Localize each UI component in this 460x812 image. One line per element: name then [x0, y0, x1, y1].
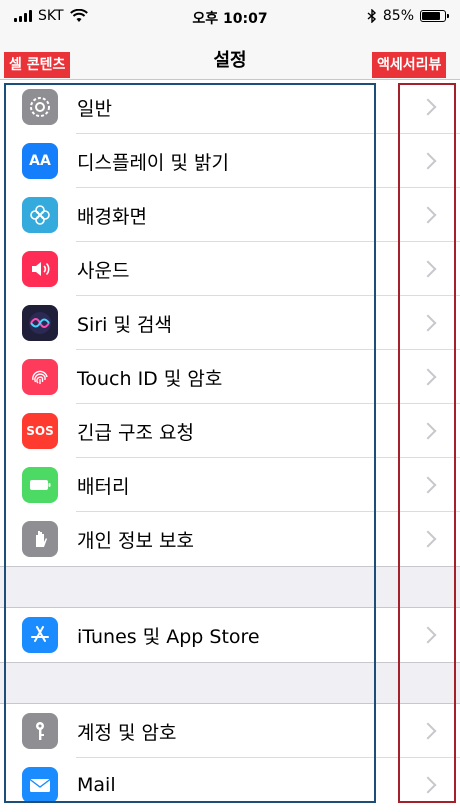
hand-icon [22, 521, 58, 557]
icon-text: SOS [26, 424, 54, 438]
battery-percent: 85% [382, 8, 414, 24]
row-label: 일반 [77, 97, 112, 120]
settings-row-display[interactable]: AA 디스플레이 및 밝기 [0, 134, 460, 188]
icon-text: AA [29, 153, 51, 169]
siri-icon [22, 305, 58, 341]
gear-icon [22, 89, 58, 125]
row-label: 배터리 [77, 475, 130, 498]
chevron-right-icon [419, 206, 437, 224]
row-label: 디스플레이 및 밝기 [77, 151, 229, 174]
row-label: 긴급 구조 요청 [77, 421, 194, 444]
row-label: 배경화면 [77, 205, 147, 228]
chevron-right-icon [419, 260, 437, 278]
settings-row-accounts-passwords[interactable]: 계정 및 암호 [0, 704, 460, 758]
chevron-right-icon [419, 530, 437, 548]
section-separator [0, 566, 460, 608]
sos-icon: SOS [22, 413, 58, 449]
chevron-right-icon [419, 422, 437, 440]
row-label: 사운드 [77, 259, 130, 282]
chevron-right-icon [419, 476, 437, 494]
settings-row-emergency-sos[interactable]: SOS 긴급 구조 요청 [0, 404, 460, 458]
status-right: 85% [367, 8, 449, 24]
settings-row-general[interactable]: 일반 [0, 80, 460, 134]
chevron-right-icon [419, 314, 437, 332]
accessory-view-tag: 액세서리뷰 [372, 52, 447, 78]
chevron-right-icon [419, 722, 437, 740]
chevron-right-icon [419, 368, 437, 386]
settings-row-privacy[interactable]: 개인 정보 보호 [0, 512, 460, 566]
bluetooth-icon [367, 9, 376, 23]
key-icon [22, 713, 58, 749]
battery-icon [22, 467, 58, 503]
row-label: Touch ID 및 암호 [77, 367, 223, 390]
chevron-right-icon [419, 152, 437, 170]
row-label: 개인 정보 보호 [77, 529, 194, 552]
settings-row-siri[interactable]: Siri 및 검색 [0, 296, 460, 350]
row-label: iTunes 및 App Store [77, 625, 260, 648]
settings-row-battery[interactable]: 배터리 [0, 458, 460, 512]
mail-icon [22, 767, 58, 803]
chevron-right-icon [419, 98, 437, 116]
settings-list: 일반 AA 디스플레이 및 밝기 배경화면 사운드 Siri 및 검색 Touc… [0, 80, 460, 812]
fingerprint-icon [22, 359, 58, 395]
speaker-icon [22, 251, 58, 287]
settings-row-touch-id[interactable]: Touch ID 및 암호 [0, 350, 460, 404]
cell-content-tag: 셀 콘텐츠 [4, 52, 71, 78]
app-store-icon [22, 617, 58, 653]
row-label: Siri 및 검색 [77, 313, 172, 336]
battery-fill [422, 12, 441, 20]
settings-row-wallpaper[interactable]: 배경화면 [0, 188, 460, 242]
battery-status-icon [420, 10, 449, 22]
row-label: 계정 및 암호 [77, 721, 177, 744]
text-size-icon: AA [22, 143, 58, 179]
settings-row-mail[interactable]: Mail [0, 758, 460, 812]
chevron-right-icon [419, 776, 437, 794]
settings-row-app-store[interactable]: iTunes 및 App Store [0, 608, 460, 662]
flower-icon [22, 197, 58, 233]
status-bar: SKT 오후 10:07 85% [0, 0, 460, 36]
row-label: Mail [77, 774, 116, 796]
chevron-right-icon [419, 626, 437, 644]
settings-row-sounds[interactable]: 사운드 [0, 242, 460, 296]
section-separator [0, 662, 460, 704]
